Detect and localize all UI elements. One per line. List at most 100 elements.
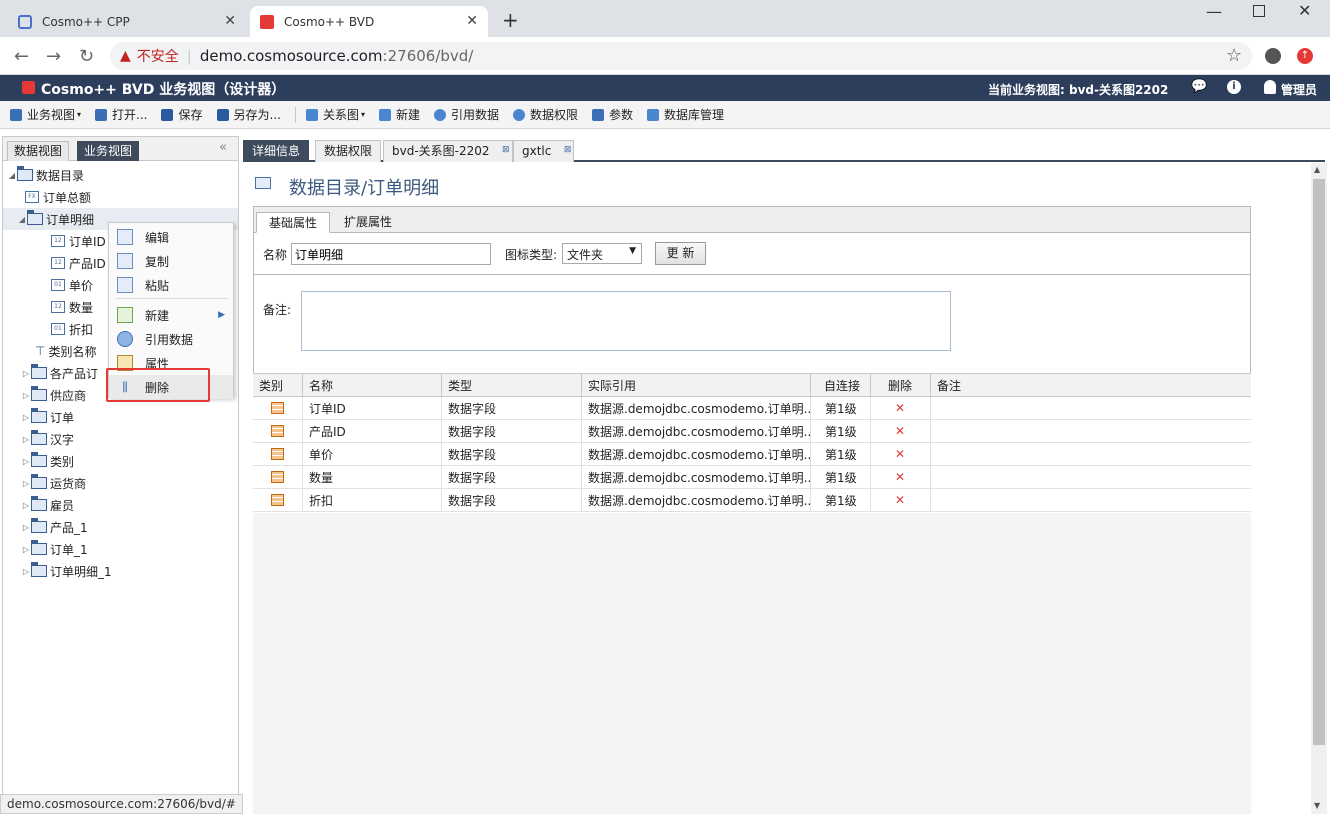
scroll-down-icon[interactable]: ▼ <box>1314 801 1320 810</box>
self-join-cell[interactable]: 第1级 <box>811 420 871 442</box>
collapse-arrow-icon[interactable]: ▷ <box>21 501 31 510</box>
info-icon[interactable]: i <box>1227 80 1241 94</box>
self-join-cell[interactable]: 第1级 <box>811 489 871 511</box>
self-join-cell[interactable]: 第1级 <box>811 397 871 419</box>
tree-node-folder[interactable]: ▷ 订单_1 <box>21 538 88 560</box>
minimize-icon[interactable]: — <box>1206 2 1222 21</box>
table-row[interactable]: 产品ID 数据字段 数据源.demojdbc.cosmodemo.订单明... … <box>253 420 1251 443</box>
tab-business-view[interactable]: 业务视图 <box>77 141 140 161</box>
tree-node-folder[interactable]: ▷ 供应商 <box>21 384 86 406</box>
user-name[interactable]: 管理员 <box>1281 81 1317 98</box>
tree-node-folder[interactable]: ▷ 雇员 <box>21 494 74 516</box>
tab-data-view[interactable]: 数据视图 <box>7 141 70 161</box>
delete-icon[interactable]: ✕ <box>871 466 931 488</box>
expand-arrow-icon[interactable]: ◢ <box>17 215 27 224</box>
collapse-arrow-icon[interactable]: ▷ <box>21 523 31 532</box>
collapse-arrow-icon[interactable]: ▷ <box>21 369 31 378</box>
self-join-cell[interactable]: 第1级 <box>811 466 871 488</box>
tab-bvd-diagram[interactable]: bvd-关系图-2202 ⊠ <box>383 140 513 162</box>
save-as-button[interactable]: 另存为... <box>216 106 281 123</box>
params-button[interactable]: 参数 <box>592 106 633 123</box>
tree-node-field[interactable]: 12 产品ID <box>51 252 106 274</box>
new-button[interactable]: 新建 <box>378 106 420 123</box>
table-row[interactable]: 折扣 数据字段 数据源.demojdbc.cosmodemo.订单明... 第1… <box>253 489 1251 512</box>
relation-diagram-menu-button[interactable]: 关系图 ▾ <box>305 106 365 123</box>
tree-node-category-name[interactable]: ⊤ 类别名称 <box>35 340 96 362</box>
business-view-menu-button[interactable]: 业务视图 ▾ <box>10 106 81 123</box>
table-row[interactable]: 数量 数据字段 数据源.demojdbc.cosmodemo.订单明... 第1… <box>253 466 1251 489</box>
col-header[interactable]: 实际引用 <box>582 374 811 396</box>
tree-node-folder[interactable]: ▷ 各产品订 <box>21 362 98 384</box>
delete-icon[interactable]: ✕ <box>871 420 931 442</box>
data-permission-button[interactable]: 数据权限 <box>513 106 578 123</box>
bookmark-star-icon[interactable]: ☆ <box>1226 45 1242 66</box>
url-field[interactable]: ▲ 不安全 | demo.cosmosource.com :27606/bvd/ <box>110 42 1252 70</box>
collapse-arrow-icon[interactable]: ▷ <box>21 413 31 422</box>
col-header[interactable]: 类型 <box>442 374 582 396</box>
icon-type-select[interactable]: 文件夹 ▼ <box>562 243 642 264</box>
tree-node-folder[interactable]: ▷ 汉字 <box>21 428 74 450</box>
scrollbar-thumb[interactable] <box>1313 179 1325 745</box>
reload-icon[interactable]: ↻ <box>79 46 94 67</box>
collapse-arrow-icon[interactable]: ▷ <box>21 567 31 576</box>
col-header[interactable]: 自连接 <box>811 374 871 396</box>
vertical-scrollbar[interactable]: ▲ ▼ <box>1311 163 1327 814</box>
tab-details[interactable]: 详细信息 <box>243 140 310 162</box>
profile-icon[interactable] <box>1265 48 1281 64</box>
menu-item-reference-data[interactable]: 引用数据 <box>109 327 233 351</box>
self-join-cell[interactable]: 第1级 <box>811 443 871 465</box>
back-icon[interactable]: ← <box>14 46 29 67</box>
collapse-arrow-icon[interactable]: ▷ <box>21 391 31 400</box>
browser-tab-bvd[interactable]: Cosmo++ BVD ✕ <box>250 6 488 37</box>
tree-node-field[interactable]: 01 折扣 <box>51 318 93 340</box>
col-header[interactable]: 备注 <box>931 374 1251 396</box>
collapse-arrow-icon[interactable]: ▷ <box>21 479 31 488</box>
save-button[interactable]: 保存 <box>161 106 203 123</box>
tree-node-field[interactable]: 12 数量 <box>51 296 93 318</box>
col-header[interactable]: 名称 <box>303 374 442 396</box>
table-row[interactable]: 单价 数据字段 数据源.demojdbc.cosmodemo.订单明... 第1… <box>253 443 1251 466</box>
close-tab-icon[interactable]: ✕ <box>224 13 236 29</box>
tree-node-folder[interactable]: ▷ 运货商 <box>21 472 86 494</box>
delete-icon[interactable]: ✕ <box>871 397 931 419</box>
expand-arrow-icon[interactable]: ◢ <box>7 171 17 180</box>
col-header[interactable]: 删除 <box>871 374 931 396</box>
menu-item-new[interactable]: 新建 ▶ <box>109 303 233 327</box>
update-icon[interactable]: ↑ <box>1297 48 1313 64</box>
menu-item-copy[interactable]: 复制 <box>109 249 233 273</box>
reference-data-button[interactable]: 引用数据 <box>434 106 499 123</box>
name-input[interactable] <box>291 243 491 265</box>
delete-icon[interactable]: ✕ <box>871 443 931 465</box>
tab-extended-props[interactable]: 扩展属性 <box>332 212 404 233</box>
tab-basic-props[interactable]: 基础属性 <box>256 212 331 233</box>
tree-node-order-total[interactable]: FX 订单总额 <box>25 186 91 208</box>
close-tab-icon[interactable]: ⊠ <box>564 140 572 161</box>
close-window-icon[interactable]: ✕ <box>1298 1 1311 20</box>
forward-icon[interactable]: → <box>46 46 61 67</box>
tree-node-root[interactable]: ◢ 数据目录 <box>7 164 84 186</box>
chat-icon[interactable]: 💬 <box>1191 79 1207 94</box>
collapse-panel-icon[interactable]: « <box>219 140 227 155</box>
menu-item-edit[interactable]: 编辑 <box>109 225 233 249</box>
tree-node-folder[interactable]: ▷ 类别 <box>21 450 74 472</box>
collapse-arrow-icon[interactable]: ▷ <box>21 545 31 554</box>
maximize-icon[interactable] <box>1253 5 1265 17</box>
update-button[interactable]: 更 新 <box>655 242 706 265</box>
database-manage-button[interactable]: 数据库管理 <box>647 106 724 123</box>
table-row[interactable]: 订单ID 数据字段 数据源.demojdbc.cosmodemo.订单明... … <box>253 397 1251 420</box>
tab-gxtlc[interactable]: gxtlc ⊠ <box>513 140 575 162</box>
tree-node-folder[interactable]: ▷ 订单明细_1 <box>21 560 112 582</box>
close-tab-icon[interactable]: ⊠ <box>502 140 510 161</box>
col-header[interactable]: 类别 <box>253 374 303 396</box>
tree-node-folder[interactable]: ▷ 产品_1 <box>21 516 88 538</box>
delete-icon[interactable]: ✕ <box>871 489 931 511</box>
browser-tab-cpp[interactable]: Cosmo++ CPP ✕ <box>8 6 246 37</box>
open-button[interactable]: 打开... <box>95 106 147 123</box>
tree-node-field[interactable]: 01 单价 <box>51 274 93 296</box>
remark-textarea[interactable] <box>301 291 951 351</box>
collapse-arrow-icon[interactable]: ▷ <box>21 457 31 466</box>
close-tab-icon[interactable]: ✕ <box>466 13 478 29</box>
scroll-up-icon[interactable]: ▲ <box>1314 165 1320 174</box>
tab-data-permission[interactable]: 数据权限 <box>315 140 382 162</box>
tree-node-field[interactable]: 12 订单ID <box>51 230 106 252</box>
